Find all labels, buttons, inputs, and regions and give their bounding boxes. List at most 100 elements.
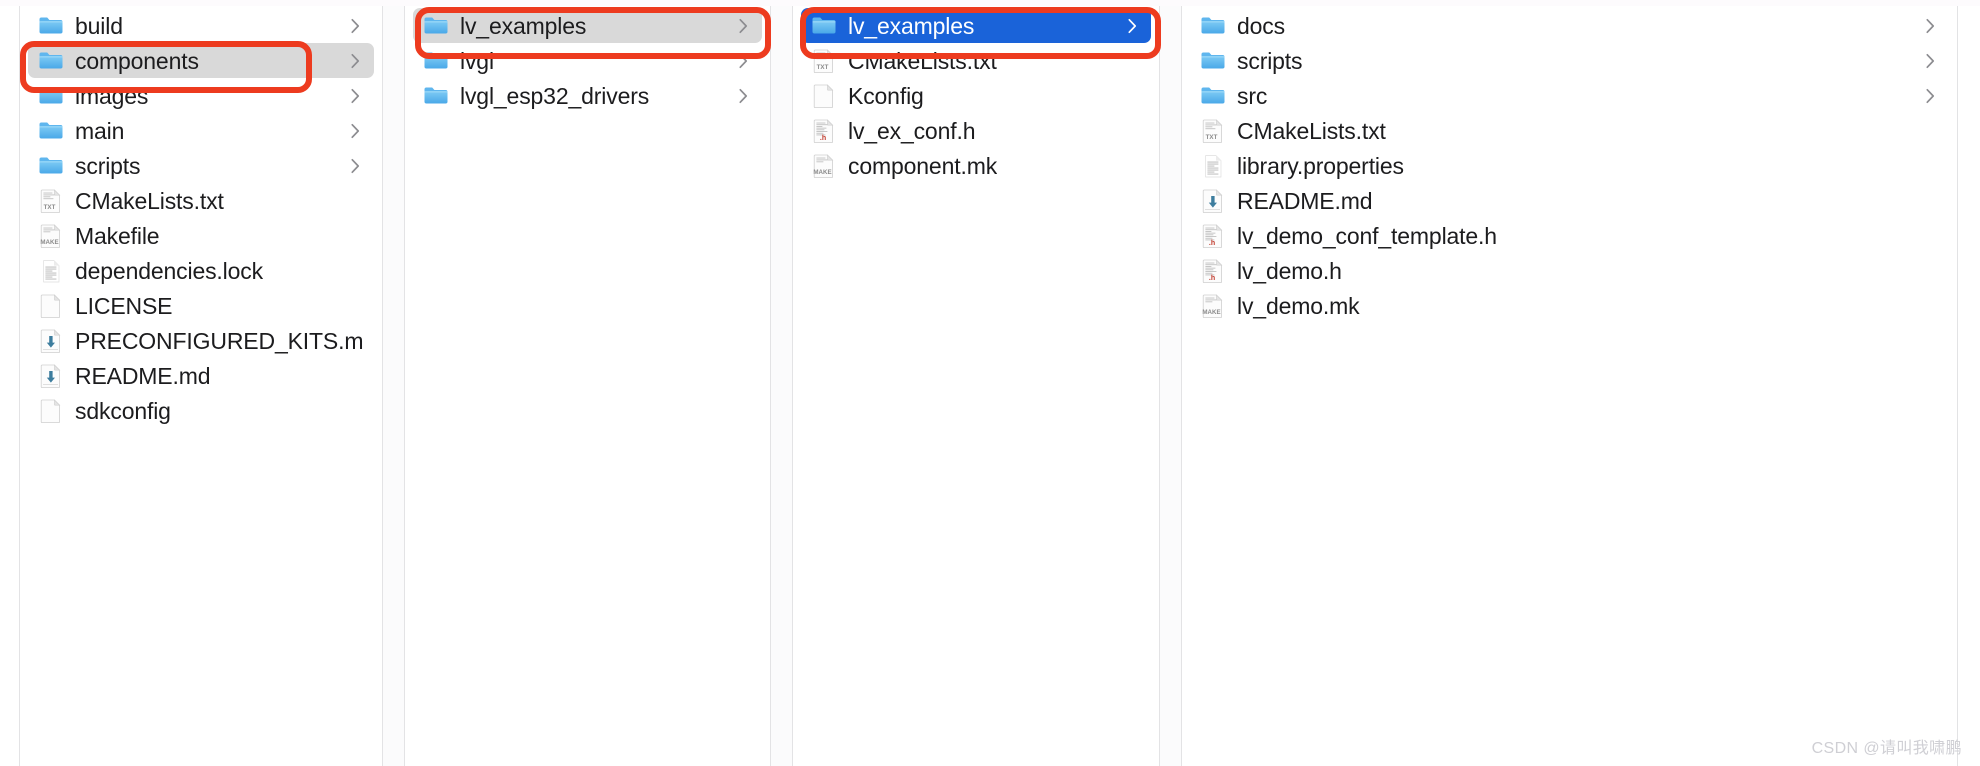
finder-item-cmakelists-txt[interactable]: TXT CMakeLists.txt (28, 183, 374, 218)
finder-item-dependencies-lock[interactable]: dependencies.lock (28, 253, 374, 288)
markdown-file-icon (38, 363, 64, 389)
finder-item-cmakelists-txt[interactable]: TXT CMakeLists.txt (801, 43, 1151, 78)
folder-icon (38, 13, 64, 39)
finder-item-label: build (75, 12, 123, 39)
finder-item-label: docs (1237, 12, 1285, 39)
finder-item-label: scripts (1237, 47, 1303, 74)
folder-icon (38, 83, 64, 109)
svg-text:TXT: TXT (44, 204, 56, 211)
finder-item-label: src (1237, 82, 1268, 109)
finder-item-label: lvgl (460, 47, 494, 74)
finder-item-lv-demo-mk[interactable]: MAKE lv_demo.mk (1190, 288, 1949, 323)
folder-icon (423, 48, 449, 74)
finder-item-label: Makefile (75, 222, 160, 249)
folder-icon (1200, 83, 1226, 109)
folder-icon (38, 118, 64, 144)
svg-text:TXT: TXT (1206, 134, 1218, 141)
svg-text:MAKE: MAKE (1202, 309, 1220, 316)
finder-item-label: library.properties (1237, 152, 1404, 179)
chevron-right-icon[interactable] (351, 158, 360, 173)
finder-item-lvgl[interactable]: lvgl (413, 43, 762, 78)
chevron-right-icon[interactable] (351, 53, 360, 68)
finder-item-label: component.mk (848, 152, 998, 179)
finder-item-label: main (75, 117, 125, 144)
finder-item-lvgl-esp32-drivers[interactable]: lvgl_esp32_drivers (413, 78, 762, 113)
finder-item-label: README.md (75, 362, 211, 389)
finder-item-label: lv_examples (460, 12, 587, 39)
finder-item-label: lv_demo.mk (1237, 292, 1360, 319)
finder-item-lv-demo-conf-template-h[interactable]: .h lv_demo_conf_template.h (1190, 218, 1949, 253)
finder-item-readme-md[interactable]: README.md (28, 358, 374, 393)
finder-item-label: lvgl_esp32_drivers (460, 82, 650, 109)
finder-item-lv-examples[interactable]: lv_examples (801, 8, 1151, 43)
csdn-watermark: CSDN @请叫我啸鹏 (1811, 740, 1962, 757)
finder-item-images[interactable]: images (28, 78, 374, 113)
finder-item-lv-demo-h[interactable]: .h lv_demo.h (1190, 253, 1949, 288)
chevron-right-icon[interactable] (351, 18, 360, 33)
svg-text:MAKE: MAKE (813, 169, 831, 176)
left-gutter (0, 0, 20, 766)
finder-item-label: README.md (1237, 187, 1373, 214)
chevron-right-icon[interactable] (739, 53, 748, 68)
finder-item-label: components (75, 47, 199, 74)
finder-item-label: CMakeLists.txt (75, 187, 224, 214)
finder-item-label: CMakeLists.txt (848, 47, 997, 74)
finder-item-docs[interactable]: docs (1190, 8, 1949, 43)
finder-item-preconfigured-kits-md[interactable]: PRECONFIGURED_KITS.md (28, 323, 374, 358)
column-lv-examples-parent[interactable]: lv_examples TXT CMakeLists.txt Kconfig .h lv_… (793, 0, 1160, 766)
finder-item-build[interactable]: build (28, 8, 374, 43)
finder-item-library-properties[interactable]: library.properties (1190, 148, 1949, 183)
svg-text:.h: .h (1209, 275, 1215, 282)
text-lines-icon (38, 258, 64, 284)
finder-item-lv-ex-conf-h[interactable]: .h lv_ex_conf.h (801, 113, 1151, 148)
folder-icon (38, 48, 64, 74)
h-file-icon: .h (1200, 223, 1226, 249)
finder-column-view: build components images main scripts TXT CMake… (0, 0, 1980, 766)
finder-item-src[interactable]: src (1190, 78, 1949, 113)
finder-item-label: scripts (75, 152, 141, 179)
text-lines-icon (1200, 153, 1226, 179)
finder-item-main[interactable]: main (28, 113, 374, 148)
chevron-right-icon[interactable] (1926, 18, 1935, 33)
finder-item-license[interactable]: LICENSE (28, 288, 374, 323)
chevron-right-icon[interactable] (351, 123, 360, 138)
column-project-root[interactable]: build components images main scripts TXT CMake… (20, 0, 383, 766)
blank-file-icon (38, 398, 64, 424)
column-components[interactable]: lv_exampleslvgl lvgl_esp32_drivers (405, 0, 771, 766)
finder-item-sdkconfig[interactable]: sdkconfig (28, 393, 374, 428)
finder-item-readme-md[interactable]: README.md (1190, 183, 1949, 218)
column-lv-examples-contents[interactable]: docs scripts src TXT CMakeLists.txt library.p… (1182, 0, 1958, 766)
chevron-right-icon[interactable] (739, 88, 748, 103)
finder-item-makefile[interactable]: MAKE Makefile (28, 218, 374, 253)
finder-item-scripts[interactable]: scripts (28, 148, 374, 183)
column-gap-3 (1160, 0, 1182, 766)
blank-file-icon (38, 293, 64, 319)
txt-file-icon: TXT (1200, 118, 1226, 144)
chevron-right-icon[interactable] (739, 18, 748, 33)
chevron-right-icon[interactable] (1926, 53, 1935, 68)
markdown-file-icon (1200, 188, 1226, 214)
finder-item-components[interactable]: components (28, 43, 374, 78)
finder-item-lv-examples[interactable]: lv_examples (413, 8, 762, 43)
finder-item-scripts[interactable]: scripts (1190, 43, 1949, 78)
finder-item-label: lv_demo.h (1237, 257, 1342, 284)
chevron-right-icon[interactable] (351, 88, 360, 103)
finder-item-label: PRECONFIGURED_KITS.md (75, 327, 364, 354)
folder-icon (423, 13, 449, 39)
finder-item-component-mk[interactable]: MAKE component.mk (801, 148, 1151, 183)
finder-item-label: lv_examples (848, 12, 975, 39)
finder-item-label: images (75, 82, 149, 109)
finder-item-cmakelists-txt[interactable]: TXT CMakeLists.txt (1190, 113, 1949, 148)
make-file-icon: MAKE (811, 153, 837, 179)
txt-file-icon: TXT (811, 48, 837, 74)
markdown-file-icon (38, 328, 64, 354)
finder-item-kconfig[interactable]: Kconfig (801, 78, 1151, 113)
folder-icon (38, 153, 64, 179)
finder-item-label: sdkconfig (75, 397, 171, 424)
chevron-right-icon[interactable] (1926, 88, 1935, 103)
finder-item-label: CMakeLists.txt (1237, 117, 1386, 144)
svg-text:.h: .h (1209, 240, 1215, 247)
finder-item-label: lv_ex_conf.h (848, 117, 976, 144)
h-file-icon: .h (1200, 258, 1226, 284)
chevron-right-icon[interactable] (1128, 18, 1137, 33)
